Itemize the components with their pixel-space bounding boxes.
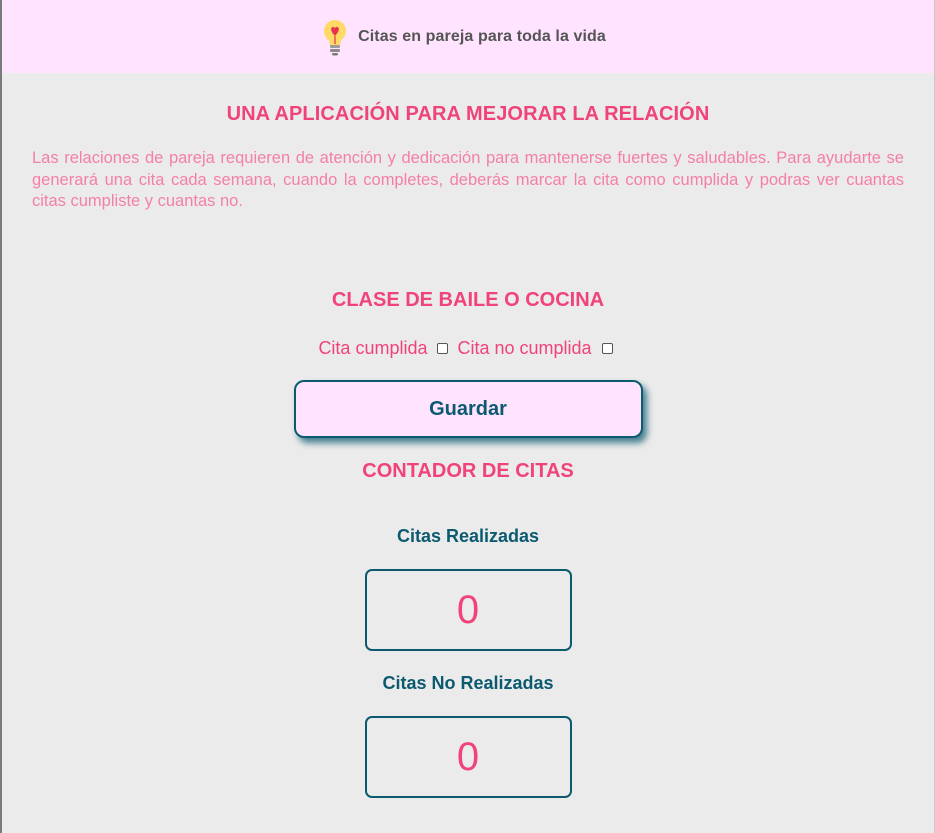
not-done-checkbox-label: Cita no cumplida — [457, 338, 592, 358]
date-card: CLASE DE BAILE O COCINA Cita cumplida Ci… — [2, 261, 934, 798]
app-header: Citas en pareja para toda la vida — [2, 0, 934, 73]
date-status-checkboxes: Cita cumplida Cita no cumplida — [2, 338, 934, 359]
intro-section: UNA APLICACIÓN PARA MEJORAR LA RELACIÓN … — [2, 73, 934, 261]
date-activity-title: CLASE DE BAILE O COCINA — [331, 289, 605, 311]
not-done-counter-label: Citas No Realizadas — [382, 673, 554, 693]
not-done-counter-value: 0 — [364, 716, 572, 798]
intro-description: Las relaciones de pareja requieren de at… — [32, 149, 904, 210]
done-counter-value: 0 — [364, 569, 572, 651]
intro-heading: UNA APLICACIÓN PARA MEJORAR LA RELACIÓN — [226, 103, 710, 125]
done-counter-label: Citas Realizadas — [396, 526, 540, 546]
save-button[interactable]: Guardar — [293, 380, 643, 438]
done-checkbox[interactable] — [437, 343, 449, 354]
lightbulb-heart-icon — [322, 19, 348, 57]
done-checkbox-label: Cita cumplida — [318, 338, 428, 358]
counter-title: CONTADOR DE CITAS — [362, 460, 574, 482]
app-title: Citas en pareja para toda la vida — [358, 27, 606, 45]
not-done-checkbox[interactable] — [601, 343, 613, 354]
